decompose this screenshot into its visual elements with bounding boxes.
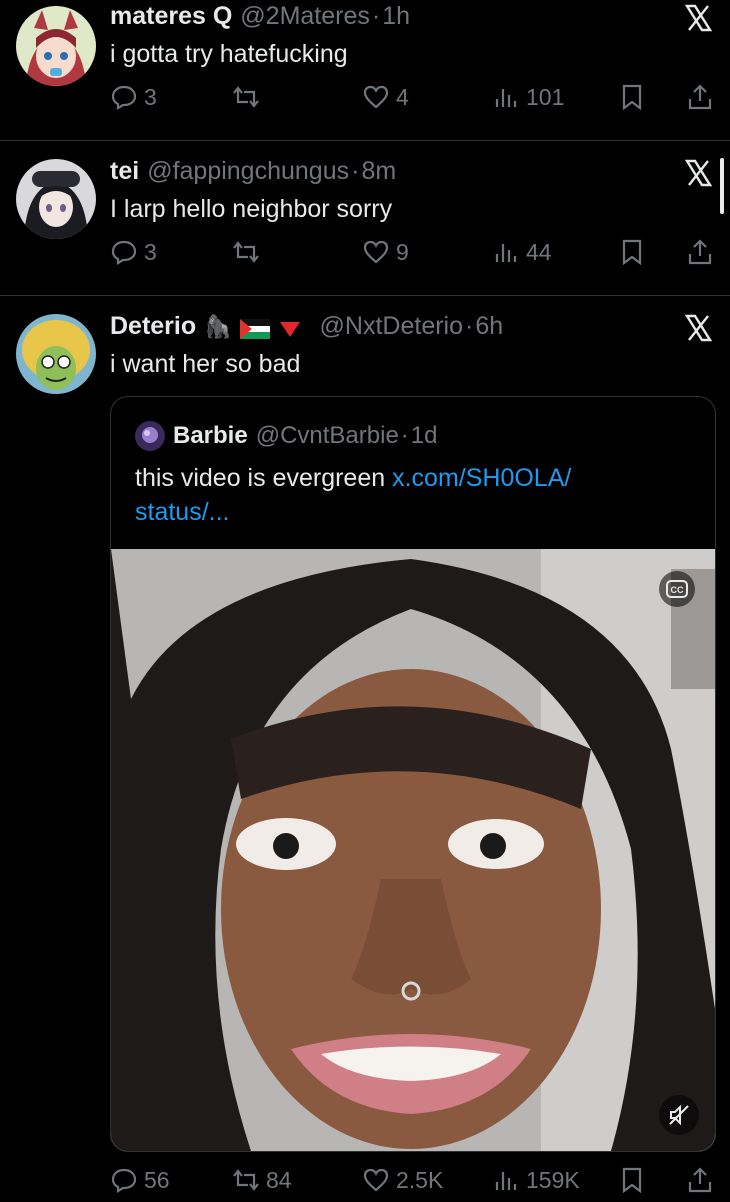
bookmark-button[interactable] (618, 1166, 646, 1194)
quoted-tweet-text: this video is evergreen x.com/SH0OLA/ st… (135, 461, 695, 529)
scrollbar-thumb[interactable] (720, 158, 724, 214)
like-icon (363, 240, 389, 264)
bookmark-icon (622, 84, 642, 111)
tweet-text: i want her so bad (110, 350, 301, 378)
closed-captions-icon[interactable]: CC (659, 571, 695, 607)
separator-dot: · (465, 312, 474, 340)
like-count: 9 (396, 238, 409, 265)
x-logo-icon[interactable] (684, 159, 713, 187)
status-link[interactable]: x.com/SH0OLA/ (392, 464, 571, 492)
timestamp[interactable]: 6h (475, 312, 503, 341)
avatar[interactable] (135, 421, 165, 451)
like-count: 2.5K (396, 1166, 444, 1193)
reply-button[interactable]: 3 (110, 83, 157, 111)
video-thumbnail (111, 549, 715, 1151)
repost-icon (233, 86, 259, 108)
reply-button[interactable]: 56 (110, 1166, 170, 1194)
user-handle[interactable]: @NxtDeterio (320, 312, 463, 341)
like-icon (363, 1168, 389, 1192)
action-bar: 56 84 2.5K 159K (110, 1166, 720, 1202)
x-logo-icon[interactable] (684, 4, 713, 32)
timestamp[interactable]: 1h (382, 2, 410, 31)
tweet-text: i gotta try hatefucking (110, 40, 348, 68)
share-icon (688, 1167, 712, 1193)
reply-button[interactable]: 3 (110, 238, 157, 266)
action-bar: 3 9 44 (110, 238, 720, 274)
reply-icon (111, 85, 137, 110)
action-bar: 3 4 101 (110, 83, 720, 119)
share-button[interactable] (686, 83, 714, 111)
display-name[interactable]: tei (110, 157, 139, 186)
quoted-tweet-card[interactable]: Barbie @CvntBarbie · 1d this video is ev… (110, 396, 716, 1152)
tweet-1[interactable]: materes Q @2Materes · 1h i gotta try hat… (0, 0, 730, 140)
views-icon (495, 1172, 517, 1190)
separator-dot: · (351, 157, 360, 185)
like-icon (363, 85, 389, 109)
avatar[interactable] (16, 314, 96, 394)
repost-button[interactable] (232, 83, 266, 111)
repost-icon (233, 1169, 259, 1191)
share-icon (688, 239, 712, 265)
display-name[interactable]: Deterio (110, 312, 196, 341)
video-player[interactable]: CC (111, 549, 715, 1151)
views-count: 44 (526, 238, 552, 265)
views-count: 101 (526, 83, 565, 110)
bookmark-icon (622, 1167, 642, 1194)
display-name[interactable]: Barbie (173, 422, 248, 450)
repost-icon (233, 241, 259, 263)
avatar[interactable] (16, 6, 96, 86)
like-button[interactable]: 2.5K (362, 1166, 443, 1194)
share-button[interactable] (686, 1166, 714, 1194)
reply-icon (111, 240, 137, 265)
like-button[interactable]: 9 (362, 238, 409, 266)
avatar[interactable] (16, 159, 96, 239)
timestamp[interactable]: 1d (411, 422, 438, 450)
gorilla-emoji: 🦍 (204, 313, 232, 339)
views-button[interactable]: 101 (492, 83, 564, 111)
user-handle[interactable]: @fappingchungus (147, 157, 349, 186)
reply-icon (111, 1168, 137, 1193)
flag-emoji-icon (239, 317, 270, 339)
status-link-continued[interactable]: status/... (135, 498, 229, 526)
views-icon (495, 89, 517, 107)
bookmark-button[interactable] (618, 83, 646, 111)
reply-count: 56 (144, 1166, 170, 1193)
red-triangle-emoji-icon (278, 317, 302, 337)
tweet-text: I larp hello neighbor sorry (110, 195, 393, 223)
reply-count: 3 (144, 83, 157, 110)
separator-dot: · (400, 422, 409, 449)
views-icon (495, 244, 517, 262)
user-handle[interactable]: @2Materes (240, 2, 370, 31)
views-button[interactable]: 44 (492, 238, 552, 266)
views-count: 159K (526, 1166, 580, 1193)
views-button[interactable]: 159K (492, 1166, 580, 1194)
bookmark-icon (622, 239, 642, 266)
like-button[interactable]: 4 (362, 83, 409, 111)
cc-label: CC (671, 585, 684, 595)
reply-count: 3 (144, 238, 157, 265)
repost-count: 84 (266, 1166, 292, 1193)
bookmark-button[interactable] (618, 238, 646, 266)
tweet-2[interactable]: tei @fappingchungus · 8m I larp hello ne… (0, 141, 730, 295)
repost-button[interactable] (232, 238, 266, 266)
share-icon (688, 84, 712, 110)
user-handle[interactable]: @CvntBarbie (256, 422, 399, 450)
quote-body: this video is evergreen (135, 464, 393, 492)
like-count: 4 (396, 83, 409, 110)
mute-icon[interactable] (659, 1095, 699, 1135)
share-button[interactable] (686, 238, 714, 266)
separator-dot: · (371, 2, 381, 30)
repost-button[interactable]: 84 (232, 1166, 292, 1194)
x-logo-icon[interactable] (684, 314, 713, 342)
timestamp[interactable]: 8m (361, 157, 396, 186)
display-name[interactable]: materes Q (110, 2, 232, 31)
